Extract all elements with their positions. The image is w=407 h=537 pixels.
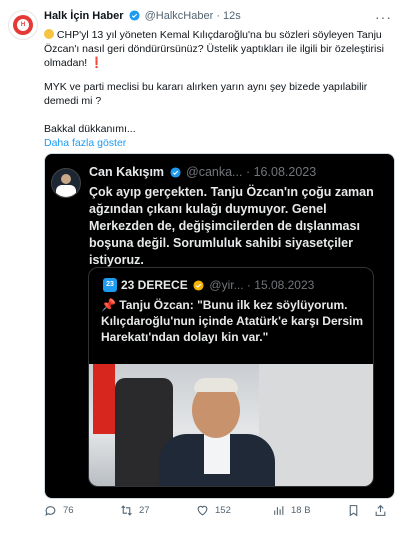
tweet-time[interactable]: 12s	[223, 10, 241, 22]
like-button[interactable]: 152	[196, 504, 231, 517]
embedded-author-avatar	[51, 168, 81, 198]
embedded-date: 16.08.2023	[253, 165, 317, 179]
quoted-separator: ·	[246, 278, 251, 292]
reply-button[interactable]: 76	[44, 504, 74, 517]
embedded-author-name: Can Kakışım	[89, 165, 165, 179]
separator-dot: ·	[216, 10, 220, 22]
embedded-verified-icon	[169, 167, 181, 178]
share-button[interactable]	[374, 504, 387, 517]
pushpin-icon: 📌	[101, 298, 116, 312]
tweet-text-line1: CHP'yl 13 yıl yöneten Kemal Kılıçdaroğlu…	[44, 28, 389, 70]
more-options-icon[interactable]: ···	[375, 9, 392, 25]
tweet-header: Halk İçin Haber @HalkcHaber · 12s	[44, 10, 241, 22]
retweet-icon	[121, 505, 132, 516]
quoted-author-avatar: 23	[103, 278, 117, 292]
embedded-separator: ·	[245, 165, 251, 179]
views-count: 18 B	[291, 505, 311, 516]
share-icon	[375, 504, 386, 516]
quoted-text: Tanju Özcan: "Bunu ilk kez söylüyorum. K…	[101, 298, 363, 344]
quoted-author-name: 23 DERECE	[121, 278, 188, 292]
author-avatar[interactable]: H	[8, 10, 38, 40]
quoted-header: 23 DERECE @yir... · 15.08.2023	[121, 278, 314, 292]
quoted-text-wrap: 📌 Tanju Özcan: "Bunu ilk kez söylüyorum.…	[101, 297, 367, 345]
views-button[interactable]: 18 B	[272, 504, 311, 517]
bookmark-icon	[349, 505, 358, 517]
show-more-link[interactable]: Daha fazla göster	[44, 137, 126, 149]
like-count: 152	[215, 505, 231, 516]
reply-count: 76	[63, 505, 74, 516]
quoted-date: 15.08.2023	[254, 278, 315, 292]
views-bar-chart-icon	[274, 506, 284, 515]
embedded-header: Can Kakışım @canka... · 16.08.2023	[89, 165, 316, 179]
author-handle[interactable]: @HalkcHaber	[145, 10, 214, 22]
reply-icon	[45, 506, 56, 516]
tweet-media-image[interactable]: Can Kakışım @canka... · 16.08.2023 Çok a…	[44, 153, 395, 499]
exclamation-emoji-icon: ❗	[90, 57, 104, 69]
quoted-tweet: 23 23 DERECE @yir... · 15.08.2023 📌 Tanj…	[88, 267, 374, 487]
gold-verified-icon	[193, 280, 204, 291]
tweet-text-2: MYK ve parti meclisi bu kararı alırken y…	[44, 81, 368, 107]
tweet-text-3: Bakkal dükkanımı...	[44, 123, 136, 135]
tweet-actions: 76 27 152 18 B	[44, 504, 389, 520]
embedded-author-handle: @canka...	[186, 165, 243, 179]
heart-icon	[197, 505, 208, 516]
author-name[interactable]: Halk İçin Haber	[44, 10, 123, 22]
thinking-emoji-icon	[44, 29, 54, 39]
retweet-count: 27	[139, 505, 150, 516]
quoted-author-handle: @yir...	[209, 278, 244, 292]
retweet-button[interactable]: 27	[120, 504, 150, 517]
verified-badge-icon	[129, 10, 140, 21]
tweet[interactable]: H Halk İçin Haber @HalkcHaber · 12s ··· …	[0, 0, 407, 537]
bookmark-button[interactable]	[347, 504, 360, 517]
quoted-photo	[89, 364, 373, 486]
flag-graphic	[93, 364, 115, 434]
embedded-tweet-text: Çok ayıp gerçekten. Tanju Özcan'ın çoğu …	[89, 185, 374, 267]
